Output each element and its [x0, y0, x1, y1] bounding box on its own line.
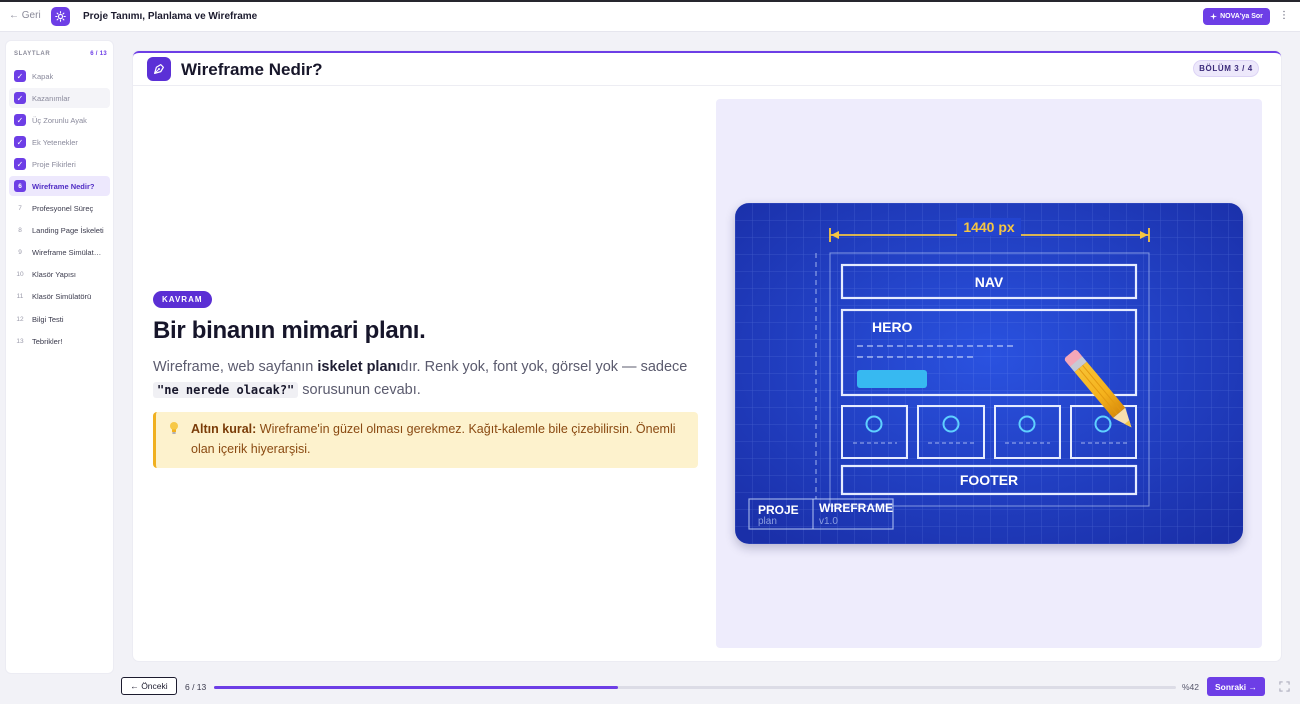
check-icon: ✓ — [14, 136, 26, 149]
sidebar-item-slide-13[interactable]: 13 Tebrikler! — [9, 331, 110, 351]
progress-fill — [214, 686, 619, 689]
slide-navigation: ← Önceki 6 / 13 %42 Sonraki → — [118, 674, 1300, 704]
sidebar-item-slide-8[interactable]: 8 Landing Page İskeleti — [9, 221, 110, 241]
sidebar-item-label: Proje Fikirleri — [32, 159, 76, 169]
sidebar-item-slide-6[interactable]: 6 Wireframe Nedir? — [9, 176, 110, 197]
slide-description: Wireframe, web sayfanın iskelet planıdır… — [153, 356, 697, 402]
sidebar-item-label: Üç Zorunlu Ayak — [32, 115, 87, 125]
slide-content: KAVRAM Bir binanın mimari planı. Wirefra… — [153, 289, 698, 468]
sidebar-item-slide-2[interactable]: ✓ Kazanımlar — [9, 88, 110, 109]
previous-button[interactable]: ← Önceki — [121, 677, 177, 695]
slides-sidebar: SLAYTLAR 6 / 13 ✓ Kapak ✓ Kazanımlar ✓ Üç Zor… — [5, 40, 114, 674]
slide-number: 8 — [18, 227, 22, 235]
app-logo-icon — [51, 7, 70, 26]
sidebar-item-slide-10[interactable]: 10 Klasör Yapısı — [9, 265, 110, 285]
slide-header: Wireframe Nedir? BÖLÜM 3 / 4 — [133, 53, 1281, 86]
desc-part-1: Wireframe, web sayfanın — [153, 359, 318, 375]
slide-number: 9 — [18, 249, 22, 257]
next-button[interactable]: Sonraki → — [1207, 677, 1265, 696]
check-icon: ✓ — [14, 70, 26, 82]
sidebar-item-label: Tebrikler! — [32, 336, 63, 346]
hero-label: HERO — [872, 319, 913, 335]
back-label: ← Geri — [9, 10, 41, 21]
sidebar-item-label: Klasör Simülatörü — [32, 292, 92, 302]
sidebar-heading: SLAYTLAR — [14, 51, 51, 57]
course-title: Proje Tanımı, Planlama ve Wireframe — [83, 11, 258, 22]
golden-rule-title: Altın kural: — [191, 422, 257, 436]
golden-rule-text: Wireframe'in güzel olması gerekmez. Kağı… — [191, 422, 676, 456]
sidebar-item-slide-3[interactable]: ✓ Üç Zorunlu Ayak — [9, 110, 110, 130]
sidebar-item-slide-5[interactable]: ✓ Proje Fikirleri — [9, 154, 110, 174]
check-icon: ✓ — [14, 92, 26, 105]
desc-code: "ne nerede olacak?" — [153, 382, 299, 398]
sidebar-item-slide-4[interactable]: ✓ Ek Yetenekler — [9, 132, 110, 152]
slide-number: 11 — [16, 293, 24, 301]
sidebar-header: SLAYTLAR 6 / 13 — [14, 51, 107, 57]
ask-nova-label: NOVA'ya Sor — [1220, 13, 1263, 20]
check-icon: ✓ — [14, 114, 26, 127]
slide-list: ✓ Kapak ✓ Kazanımlar ✓ Üç Zorunlu Ayak ✓ Ek Yet… — [9, 66, 110, 353]
sidebar-item-label: Kapak — [32, 71, 54, 81]
slide-number: 7 — [18, 205, 22, 213]
concept-tag: KAVRAM — [153, 291, 212, 308]
slide-card: Wireframe Nedir? BÖLÜM 3 / 4 KAVRAM Bir … — [133, 51, 1281, 661]
illustration-panel: 1440 px NAV HERO FOOTER PROJE plan WIREF… — [716, 99, 1262, 648]
sidebar-item-label: Ek Yetenekler — [32, 137, 78, 147]
blueprint-grid — [735, 203, 1243, 544]
stamp-version: v1.0 — [819, 516, 838, 527]
desc-part-3: sorusunun cevabı. — [298, 382, 421, 398]
app-header: ← Geri Proje Tanımı, Planlama ve Wirefra… — [0, 2, 1300, 32]
nav-label: NAV — [975, 274, 1004, 290]
fullscreen-icon[interactable] — [1279, 681, 1290, 692]
slide-title: Wireframe Nedir? — [181, 60, 323, 79]
slide-number: 6 — [14, 180, 26, 193]
sidebar-item-slide-11[interactable]: 11 Klasör Simülatörü — [9, 287, 110, 307]
sidebar-item-slide-9[interactable]: 9 Wireframe Simülatörü — [9, 243, 110, 263]
width-label: 1440 px — [963, 219, 1015, 235]
desc-part-2: dır. Renk yok, font yok, görsel yok — sa… — [400, 359, 688, 375]
section-badge: BÖLÜM 3 / 4 — [1193, 60, 1259, 77]
stamp-project: PROJE — [758, 503, 799, 517]
slide-heading: Bir binanın mimari planı. — [153, 317, 426, 344]
golden-rule-callout: Altın kural: Wireframe'in güzel olması g… — [153, 412, 698, 468]
sidebar-item-label: Wireframe Nedir? — [32, 181, 95, 191]
sidebar-item-label: Klasör Yapısı — [32, 270, 76, 280]
lightbulb-icon — [170, 422, 178, 434]
more-menu-icon[interactable]: ⋮ — [1278, 10, 1290, 21]
sidebar-item-label: Bilgi Testi — [32, 314, 64, 324]
slide-position: 6 / 13 — [185, 682, 207, 692]
sidebar-item-label: Profesyonel Süreç — [32, 204, 94, 214]
progress-bar — [214, 686, 1176, 689]
desc-bold: iskelet planı — [317, 359, 401, 375]
ask-nova-button[interactable]: NOVA'ya Sor — [1203, 8, 1270, 25]
wireframe-blueprint-illustration: 1440 px NAV HERO FOOTER PROJE plan WIREF… — [735, 203, 1243, 544]
check-icon: ✓ — [14, 158, 26, 171]
sidebar-counter: 6 / 13 — [90, 51, 107, 57]
sidebar-item-slide-1[interactable]: ✓ Kapak — [9, 66, 110, 86]
progress-percent: %42 — [1182, 682, 1200, 692]
pen-tool-icon — [147, 57, 171, 81]
sidebar-item-label: Landing Page İskeleti — [32, 226, 104, 236]
stamp-project-sub: plan — [758, 516, 777, 527]
slide-number: 12 — [16, 315, 24, 323]
stamp-wireframe: WIREFRAME — [819, 501, 893, 515]
sparkle-icon — [1210, 13, 1218, 20]
sidebar-item-slide-12[interactable]: 12 Bilgi Testi — [9, 309, 110, 329]
back-button[interactable]: ← Geri — [9, 10, 41, 21]
sidebar-item-label: Wireframe Simülatörü — [32, 248, 104, 258]
slide-number: 10 — [16, 271, 24, 279]
sidebar-item-label: Kazanımlar — [32, 93, 70, 103]
slide-number: 13 — [16, 337, 24, 345]
footer-label: FOOTER — [960, 472, 1018, 488]
hero-cta-button — [857, 370, 927, 388]
sidebar-item-slide-7[interactable]: 7 Profesyonel Süreç — [9, 199, 110, 219]
